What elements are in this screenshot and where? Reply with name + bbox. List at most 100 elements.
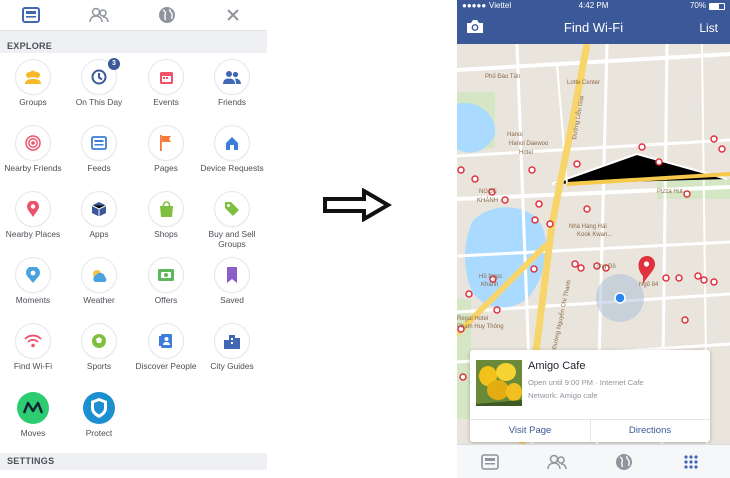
groups-icon <box>16 60 50 94</box>
explore-item-nearby-places[interactable]: Nearby Places <box>0 185 66 249</box>
globe-icon[interactable] <box>614 453 634 471</box>
explore-item-nearby-friends[interactable]: Nearby Friends <box>0 119 66 183</box>
explore-item-label: City Guides <box>210 361 254 371</box>
explore-item-label: On This Day <box>75 97 123 107</box>
friends-icon <box>215 60 249 94</box>
explore-item-label: Friends <box>218 97 246 107</box>
explore-item-label: Saved <box>220 295 244 305</box>
explore-item-on-this-day[interactable]: 3 On This Day <box>66 53 132 117</box>
status-bar: ●●●●● Viettel 4:42 PM 70% <box>457 0 730 12</box>
wifi-hotspot-marker[interactable] <box>546 220 554 228</box>
explore-item-discover-people[interactable]: Discover People <box>133 317 199 381</box>
notification-badge: 3 <box>108 58 120 70</box>
explore-item-device-requests[interactable]: Device Requests <box>199 119 265 183</box>
feed-icon[interactable] <box>20 5 42 25</box>
explore-item-label: Moments <box>15 295 51 305</box>
explore-grid: Groups 3 On This Day Events Friends Nearby Fr… <box>0 53 267 453</box>
wifi-hotspot-marker[interactable] <box>710 135 718 143</box>
explore-item-weather[interactable]: Weather <box>66 251 132 315</box>
friends-icon[interactable] <box>547 453 567 471</box>
explore-item-friends[interactable]: Friends <box>199 53 265 117</box>
globe-icon[interactable] <box>156 5 178 25</box>
map-label: Lồng Đồ <box>593 264 616 270</box>
wifi-hotspot-marker[interactable] <box>700 276 708 284</box>
wifi-hotspot-marker[interactable] <box>683 190 691 198</box>
explore-item-moments[interactable]: Moments <box>0 251 66 315</box>
wifi-hotspot-marker[interactable] <box>465 290 473 298</box>
explore-item-protect[interactable]: Protect <box>66 384 132 448</box>
wifi-hotspot-marker[interactable] <box>710 278 718 286</box>
explore-item-offers[interactable]: Offers <box>133 251 199 315</box>
wifi-hotspot-marker[interactable] <box>662 274 670 282</box>
explore-item-label: Nearby Places <box>5 229 61 239</box>
explore-item-city-guides[interactable]: City Guides <box>199 317 265 381</box>
wifi-hotspot-marker[interactable] <box>638 143 646 151</box>
explore-item-label: Weather <box>83 295 115 305</box>
wifi-hotspot-marker[interactable] <box>457 166 465 174</box>
explore-item-find-wi-fi[interactable]: Find Wi-Fi <box>0 317 66 381</box>
place-photo <box>476 360 522 406</box>
explore-item-label: Find Wi-Fi <box>13 361 53 371</box>
map-label: Pizza Hut <box>657 189 683 195</box>
wifi-hotspot-marker[interactable] <box>531 216 539 224</box>
place-name[interactable]: Amigo Cafe <box>528 360 585 372</box>
wifi-hotspot-marker[interactable] <box>583 205 591 213</box>
wifi-hotspot-marker[interactable] <box>501 196 509 204</box>
list-button[interactable]: List <box>699 21 718 35</box>
explore-item-label: Shops <box>154 229 178 239</box>
explore-item-label: Events <box>153 97 179 107</box>
wifi-hotspot-marker[interactable] <box>694 272 702 280</box>
close-icon[interactable] <box>222 5 244 25</box>
place-card[interactable]: Amigo Cafe Open until 9:00 PM · Internet… <box>470 350 710 442</box>
wifi-hotspot-marker[interactable] <box>577 264 585 272</box>
news-feed-icon[interactable] <box>480 453 500 471</box>
explore-item-groups[interactable]: Groups <box>0 53 66 117</box>
wifi-hotspot-marker[interactable] <box>675 274 683 282</box>
explore-item-label: Pages <box>154 163 178 173</box>
friends-icon[interactable] <box>88 5 110 25</box>
explore-item-pages[interactable]: Pages <box>133 119 199 183</box>
wifi-icon <box>16 324 50 358</box>
explore-item-shops[interactable]: Shops <box>133 185 199 249</box>
tab-bar <box>457 444 730 478</box>
explore-item-apps[interactable]: Apps <box>66 185 132 249</box>
nav-bar: Find Wi-Fi List <box>457 12 730 44</box>
map-label: Nhà Hàng Hải <box>569 224 607 230</box>
wifi-hotspot-marker[interactable] <box>718 145 726 153</box>
wifi-hotspot-marker[interactable] <box>459 373 467 381</box>
battery-icon <box>709 3 725 10</box>
wifi-hotspot-marker[interactable] <box>535 200 543 208</box>
wifi-hotspot-marker[interactable] <box>655 158 663 166</box>
map-label: NGỌC <box>479 189 497 195</box>
explore-item-saved[interactable]: Saved <box>199 251 265 315</box>
explore-item-moves[interactable]: Moves <box>0 384 66 448</box>
map-label: Kook Kwan... <box>577 232 613 238</box>
explore-item-label: Groups <box>19 97 47 107</box>
explore-item-label: Moves <box>20 428 46 438</box>
visit-page-button[interactable]: Visit Page <box>470 425 590 436</box>
menu-icon[interactable] <box>681 453 701 471</box>
explore-item-events[interactable]: Events <box>133 53 199 117</box>
wifi-hotspot-marker[interactable] <box>528 166 536 174</box>
moments-icon <box>16 258 50 292</box>
wifi-hotspot-marker[interactable] <box>573 160 581 168</box>
map-label: Phố Đào Tấn <box>485 74 521 80</box>
place-hours: Open until 9:00 PM · Internet Cafe <box>528 378 644 387</box>
directions-button[interactable]: Directions <box>590 425 710 436</box>
explore-item-buy-and-sell-groups[interactable]: Buy and Sell Groups <box>199 185 265 249</box>
map-label: KHÁNH <box>477 198 499 204</box>
explore-item-feeds[interactable]: Feeds <box>66 119 132 183</box>
wifi-hotspot-marker[interactable] <box>571 260 579 268</box>
top-bar <box>0 0 267 31</box>
map-label: Ngõ 84 <box>639 282 659 288</box>
page-title: Find Wi-Fi <box>563 20 624 35</box>
wifi-hotspot-marker[interactable] <box>530 265 538 273</box>
explore-item-label: Offers <box>154 295 178 305</box>
wifi-hotspot-marker[interactable] <box>471 175 479 183</box>
pages-icon <box>149 126 183 160</box>
events-icon <box>149 60 183 94</box>
wifi-hotspot-marker[interactable] <box>681 316 689 324</box>
wifi-hotspot-marker[interactable] <box>493 306 501 314</box>
explore-item-sports[interactable]: Sports <box>66 317 132 381</box>
explore-item-label: Device Requests <box>200 163 264 173</box>
